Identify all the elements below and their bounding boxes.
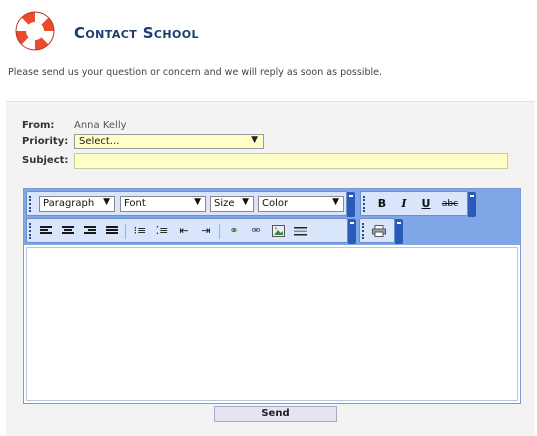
- toolbar-grip[interactable]: [29, 196, 32, 212]
- lifebuoy-icon: [15, 11, 55, 51]
- paragraph-toolbar: ⁝≡ ⁚≡ ⇤ ⇥ ⚭ ⚮: [26, 218, 356, 244]
- page-header: Contact School: [12, 8, 512, 54]
- chevron-down-icon: ▼: [103, 197, 110, 207]
- horizontal-rule-icon[interactable]: [291, 223, 309, 239]
- color-dropdown-label: Color: [262, 198, 289, 209]
- send-button[interactable]: Send: [214, 406, 337, 422]
- subject-input[interactable]: [74, 153, 508, 169]
- align-right-icon[interactable]: [81, 223, 99, 239]
- italic-button[interactable]: I: [395, 196, 413, 212]
- from-value: Anna Kelly: [74, 120, 127, 131]
- font-dropdown-label: Font: [124, 198, 146, 209]
- rich-text-editor: Paragraph ▼ Font ▼ Size ▼ Color ▼ B I U: [23, 188, 521, 404]
- chevron-down-icon: ▼: [251, 135, 258, 145]
- toolbar-grip[interactable]: [363, 196, 366, 212]
- editor-toolbar: Paragraph ▼ Font ▼ Size ▼ Color ▼ B I U: [24, 189, 520, 245]
- align-justify-icon[interactable]: [103, 223, 121, 239]
- paragraph-dropdown-label: Paragraph: [43, 198, 95, 209]
- bullet-list-icon[interactable]: ⁚≡: [153, 223, 171, 239]
- toolbar-grip[interactable]: [29, 223, 32, 239]
- insert-image-icon[interactable]: [269, 223, 287, 239]
- toolbar-options-icon[interactable]: [468, 192, 476, 217]
- align-left-icon[interactable]: [37, 223, 55, 239]
- font-dropdown[interactable]: Font ▼: [120, 196, 206, 212]
- page-title: Contact School: [74, 24, 199, 42]
- toolbar-options-icon[interactable]: [348, 219, 356, 244]
- toolbar-separator: [219, 224, 220, 239]
- size-dropdown[interactable]: Size ▼: [210, 196, 254, 212]
- align-center-icon[interactable]: [59, 223, 77, 239]
- paragraph-dropdown[interactable]: Paragraph ▼: [39, 196, 115, 212]
- subject-label: Subject:: [22, 155, 69, 166]
- priority-selected-value: Select...: [79, 136, 120, 147]
- toolbar-options-icon[interactable]: [347, 192, 355, 217]
- indent-icon[interactable]: ⇥: [197, 223, 215, 239]
- bold-button[interactable]: B: [373, 196, 391, 212]
- print-icon[interactable]: [370, 223, 388, 239]
- format-toolbar: Paragraph ▼ Font ▼ Size ▼ Color ▼: [26, 191, 355, 217]
- chevron-down-icon: ▼: [332, 197, 339, 207]
- message-body-editor[interactable]: [26, 247, 518, 401]
- strikethrough-button[interactable]: abc: [441, 196, 459, 212]
- size-dropdown-label: Size: [214, 198, 235, 209]
- remove-link-icon[interactable]: ⚮: [247, 223, 265, 239]
- toolbar-grip[interactable]: [362, 223, 365, 239]
- outdent-icon[interactable]: ⇤: [175, 223, 193, 239]
- from-label: From:: [22, 120, 55, 131]
- underline-button[interactable]: U: [417, 196, 435, 212]
- contact-form: From: Anna Kelly Priority: Select... ▼ S…: [6, 101, 535, 436]
- insert-link-icon[interactable]: ⚭: [225, 223, 243, 239]
- toolbar-separator: [125, 224, 126, 239]
- toolbar-options-icon[interactable]: [395, 219, 403, 244]
- chevron-down-icon: ▼: [242, 197, 249, 207]
- priority-label: Priority:: [22, 136, 69, 147]
- chevron-down-icon: ▼: [194, 197, 201, 207]
- color-dropdown[interactable]: Color ▼: [258, 196, 344, 212]
- intro-text: Please send us your question or concern …: [8, 67, 382, 78]
- priority-select[interactable]: Select... ▼: [74, 134, 264, 149]
- style-toolbar: B I U abc: [360, 191, 476, 217]
- print-toolbar: [359, 218, 403, 244]
- numbered-list-icon[interactable]: ⁝≡: [131, 223, 149, 239]
